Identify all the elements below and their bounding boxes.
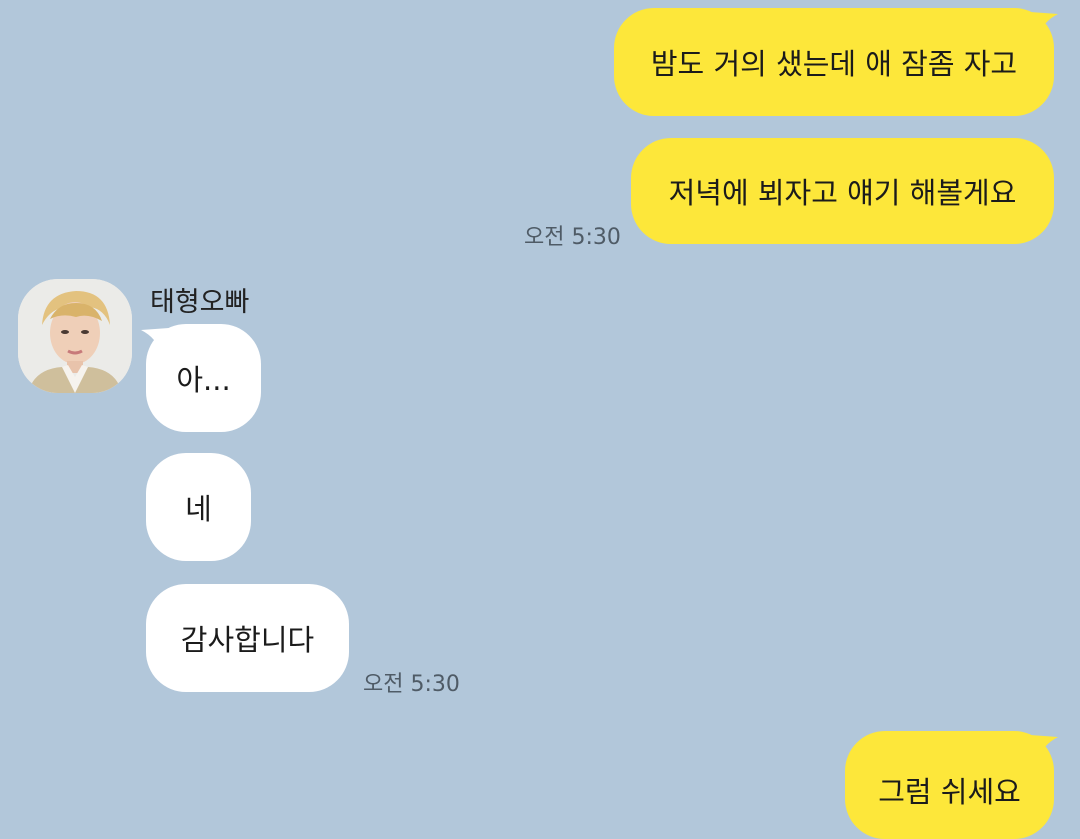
message-text: 감사합니다	[180, 623, 315, 657]
incoming-message[interactable]: 감사합니다	[146, 584, 349, 692]
message-timestamp: 오전 5:30	[363, 672, 460, 697]
outgoing-message[interactable]: 저녁에 뵈자고 얘기 해볼게요	[631, 138, 1054, 244]
message-text: 그럼 쉬세요	[878, 775, 1021, 809]
sender-avatar[interactable]	[18, 279, 132, 393]
incoming-message[interactable]: 아...	[146, 324, 261, 432]
message-text: 저녁에 뵈자고 얘기 해볼게요	[668, 176, 1017, 210]
sender-name: 태형오빠	[150, 287, 250, 318]
outgoing-message[interactable]: 밤도 거의 샜는데 애 잠좀 자고	[614, 8, 1054, 116]
profile-photo-icon	[18, 279, 132, 393]
outgoing-message[interactable]: 그럼 쉬세요	[845, 731, 1054, 839]
incoming-message[interactable]: 네	[146, 453, 251, 561]
message-timestamp: 오전 5:30	[524, 225, 621, 250]
message-text: 아...	[176, 363, 231, 397]
message-text: 네	[185, 492, 212, 526]
message-text: 밤도 거의 샜는데 애 잠좀 자고	[650, 47, 1018, 81]
